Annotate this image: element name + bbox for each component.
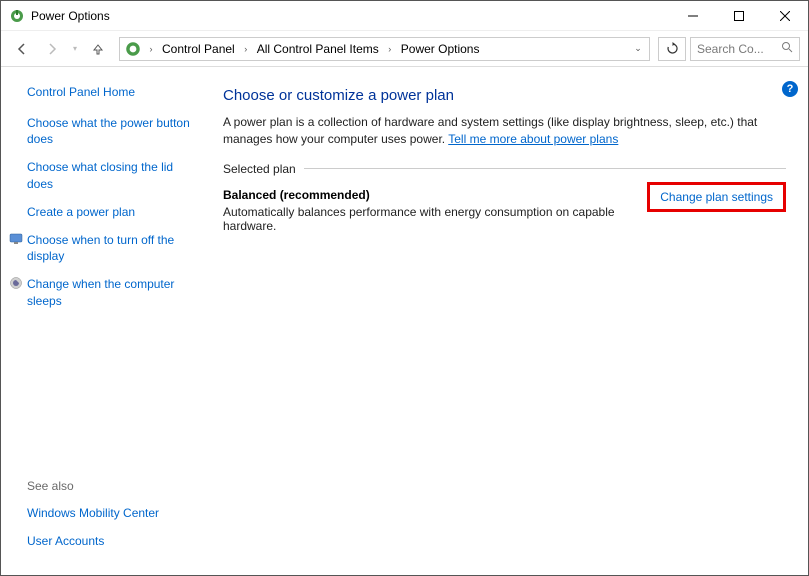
see-also-mobility-center[interactable]: Windows Mobility Center [27,505,197,521]
sidebar-link-create-plan[interactable]: Create a power plan [27,204,197,220]
change-plan-settings-link[interactable]: Change plan settings [660,190,773,204]
back-button[interactable] [9,36,35,62]
breadcrumb-power-options[interactable]: Power Options [397,38,484,60]
content-area: ? Control Panel Home Choose what the pow… [1,67,808,575]
plan-row: Balanced (recommended) Automatically bal… [223,188,786,233]
help-icon[interactable]: ? [782,81,798,97]
page-heading: Choose or customize a power plan [223,87,786,104]
minimize-button[interactable] [670,1,716,31]
see-also-user-accounts[interactable]: User Accounts [27,533,197,549]
see-also-label: See also [27,479,197,493]
section-label: Selected plan [223,162,296,176]
selected-plan-section: Selected plan [223,162,786,176]
navigation-bar: ▾ › Control Panel › All Control Panel It… [1,31,808,67]
sidebar-link-computer-sleeps[interactable]: Change when the computer sleeps [27,276,197,308]
window-title: Power Options [31,9,110,23]
chevron-right-icon[interactable]: › [239,38,253,60]
chevron-right-icon[interactable]: › [144,38,158,60]
see-also-section: See also Windows Mobility Center User Ac… [27,459,197,561]
control-panel-home-link[interactable]: Control Panel Home [27,85,197,99]
search-icon [781,41,793,56]
power-options-icon [9,8,25,24]
plan-description: Automatically balances performance with … [223,205,635,233]
titlebar: Power Options [1,1,808,31]
page-description: A power plan is a collection of hardware… [223,114,786,148]
refresh-button[interactable] [658,37,686,61]
maximize-button[interactable] [716,1,762,31]
address-dropdown[interactable]: ⌄ [629,38,647,60]
divider [304,168,786,169]
search-placeholder: Search Co... [697,42,764,56]
sidebar-link-closing-lid[interactable]: Choose what closing the lid does [27,159,197,191]
recent-locations-dropdown[interactable]: ▾ [69,36,81,62]
sidebar: Control Panel Home Choose what the power… [1,67,211,575]
highlight-box: Change plan settings [647,182,786,212]
breadcrumb-control-panel[interactable]: Control Panel [158,38,239,60]
address-bar[interactable]: › Control Panel › All Control Panel Item… [119,37,650,61]
window-controls [670,1,808,31]
breadcrumb-all-items[interactable]: All Control Panel Items [253,38,383,60]
sleep-icon [9,276,23,290]
close-button[interactable] [762,1,808,31]
tell-me-more-link[interactable]: Tell me more about power plans [448,132,618,146]
search-input[interactable]: Search Co... [690,37,800,61]
sidebar-link-turn-off-display[interactable]: Choose when to turn off the display [27,232,197,264]
display-icon [9,232,23,246]
forward-button[interactable] [39,36,65,62]
chevron-right-icon[interactable]: › [383,38,397,60]
up-button[interactable] [85,36,111,62]
power-options-icon [124,40,142,58]
plan-name: Balanced (recommended) [223,188,635,202]
plan-info: Balanced (recommended) Automatically bal… [223,188,635,233]
sidebar-link-power-button[interactable]: Choose what the power button does [27,115,197,147]
main-panel: Choose or customize a power plan A power… [211,67,808,575]
